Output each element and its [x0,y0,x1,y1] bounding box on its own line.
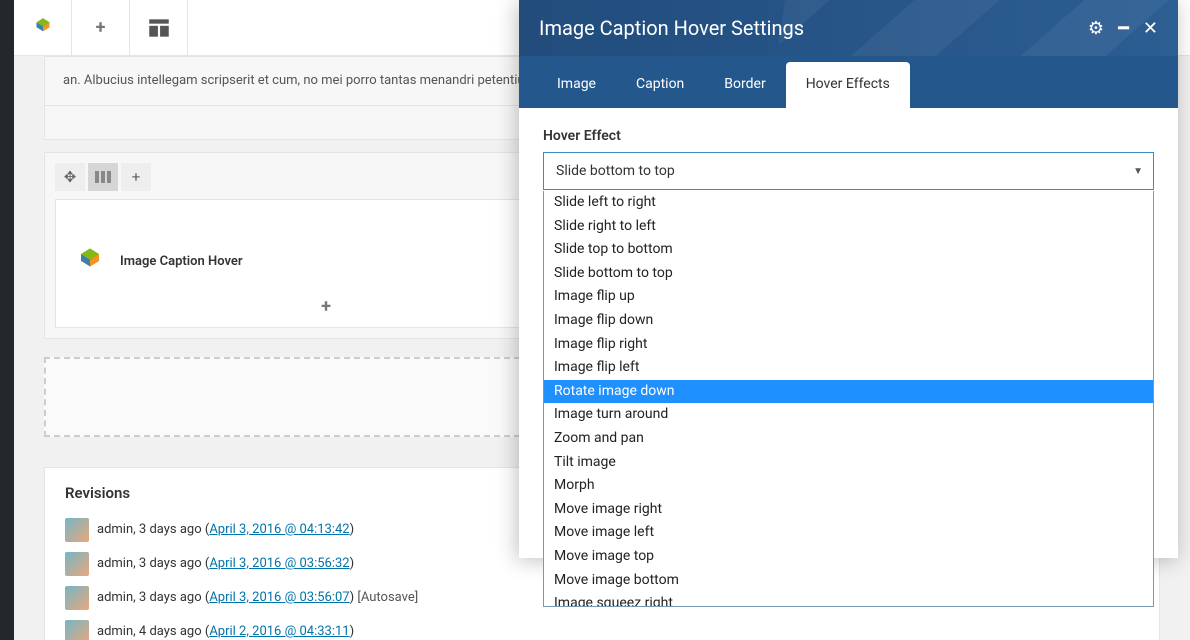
hover-effect-select[interactable]: Slide bottom to top [543,152,1154,190]
tab-border[interactable]: Border [704,62,785,108]
col-controls: + ✎ 🗑 [66,210,586,228]
revision-link[interactable]: April 3, 2016 @ 04:13:42 [209,522,349,537]
plus-icon: + [96,17,106,38]
option[interactable]: Move image bottom [544,569,1153,593]
avatar [65,620,89,640]
option[interactable]: Rotate image down [544,380,1153,404]
move-icon[interactable]: ✥ [55,163,85,191]
select-wrap: Slide bottom to top Slide left to rightS… [543,152,1154,190]
columns-icon[interactable] [88,163,118,191]
modal-header-icons: ⚙ ━ ✕ [1088,18,1158,39]
option[interactable]: Image flip right [544,333,1153,357]
avatar [65,586,89,610]
plus-icon: + [321,296,331,317]
revision-suffix: [Autosave] [354,590,418,605]
revision-text: admin, 4 days ago (April 2, 2016 @ 04:33… [97,624,354,639]
option[interactable]: Zoom and pan [544,427,1153,451]
option[interactable]: Image turn around [544,403,1153,427]
field-label: Hover Effect [543,128,1154,144]
option[interactable]: Morph [544,474,1153,498]
col-add[interactable]: + [66,296,586,317]
revision-row: admin, 4 days ago (April 2, 2016 @ 04:33… [65,620,1139,640]
option[interactable]: Slide left to right [544,191,1153,215]
element-icon [72,244,108,280]
add-column-icon[interactable]: + [121,163,151,191]
avatar [65,552,89,576]
admin-sidebar [0,0,14,640]
option[interactable]: Move image left [544,521,1153,545]
modal-tabs: ImageCaptionBorderHover Effects [519,56,1178,108]
element-card[interactable]: Image Caption Hover [66,234,586,290]
tab-caption[interactable]: Caption [616,62,704,108]
avatar [65,518,89,542]
modal-header: Image Caption Hover Settings ⚙ ━ ✕ [519,0,1178,56]
modal-body: Hover Effect Slide bottom to top Slide l… [519,108,1178,558]
option[interactable]: Slide top to bottom [544,238,1153,262]
logo-icon[interactable] [14,0,72,56]
settings-modal: Image Caption Hover Settings ⚙ ━ ✕ Image… [519,0,1178,558]
option[interactable]: Move image right [544,498,1153,522]
element-name: Image Caption Hover [120,254,243,269]
minimize-icon[interactable]: ━ [1118,18,1129,39]
tab-hover-effects[interactable]: Hover Effects [786,62,910,108]
option[interactable]: Slide right to left [544,215,1153,239]
option[interactable]: Image flip down [544,309,1153,333]
add-element-button[interactable]: + [72,0,130,56]
option[interactable]: Slide bottom to top [544,262,1153,286]
option[interactable]: Image flip left [544,356,1153,380]
templates-button[interactable] [130,0,188,56]
tab-image[interactable]: Image [537,62,616,108]
revision-link[interactable]: April 3, 2016 @ 03:56:07 [209,590,349,605]
revision-link[interactable]: April 3, 2016 @ 03:56:32 [209,556,349,571]
option[interactable]: Move image top [544,545,1153,569]
gear-icon[interactable]: ⚙ [1088,18,1104,39]
revision-text: admin, 3 days ago (April 3, 2016 @ 04:13… [97,522,354,537]
modal-title: Image Caption Hover Settings [539,16,804,40]
close-icon[interactable]: ✕ [1143,18,1158,39]
option[interactable]: Tilt image [544,451,1153,475]
option[interactable]: Image squeez right [544,592,1153,607]
revision-link[interactable]: April 2, 2016 @ 04:33:11 [209,624,349,639]
option[interactable]: Image flip up [544,285,1153,309]
column-1: + ✎ 🗑 Image Caption Hover + [55,199,597,328]
revision-text: admin, 3 days ago (April 3, 2016 @ 03:56… [97,556,354,571]
revision-text: admin, 3 days ago (April 3, 2016 @ 03:56… [97,590,418,605]
hover-effect-dropdown[interactable]: Slide left to rightSlide right to leftSl… [543,191,1154,607]
